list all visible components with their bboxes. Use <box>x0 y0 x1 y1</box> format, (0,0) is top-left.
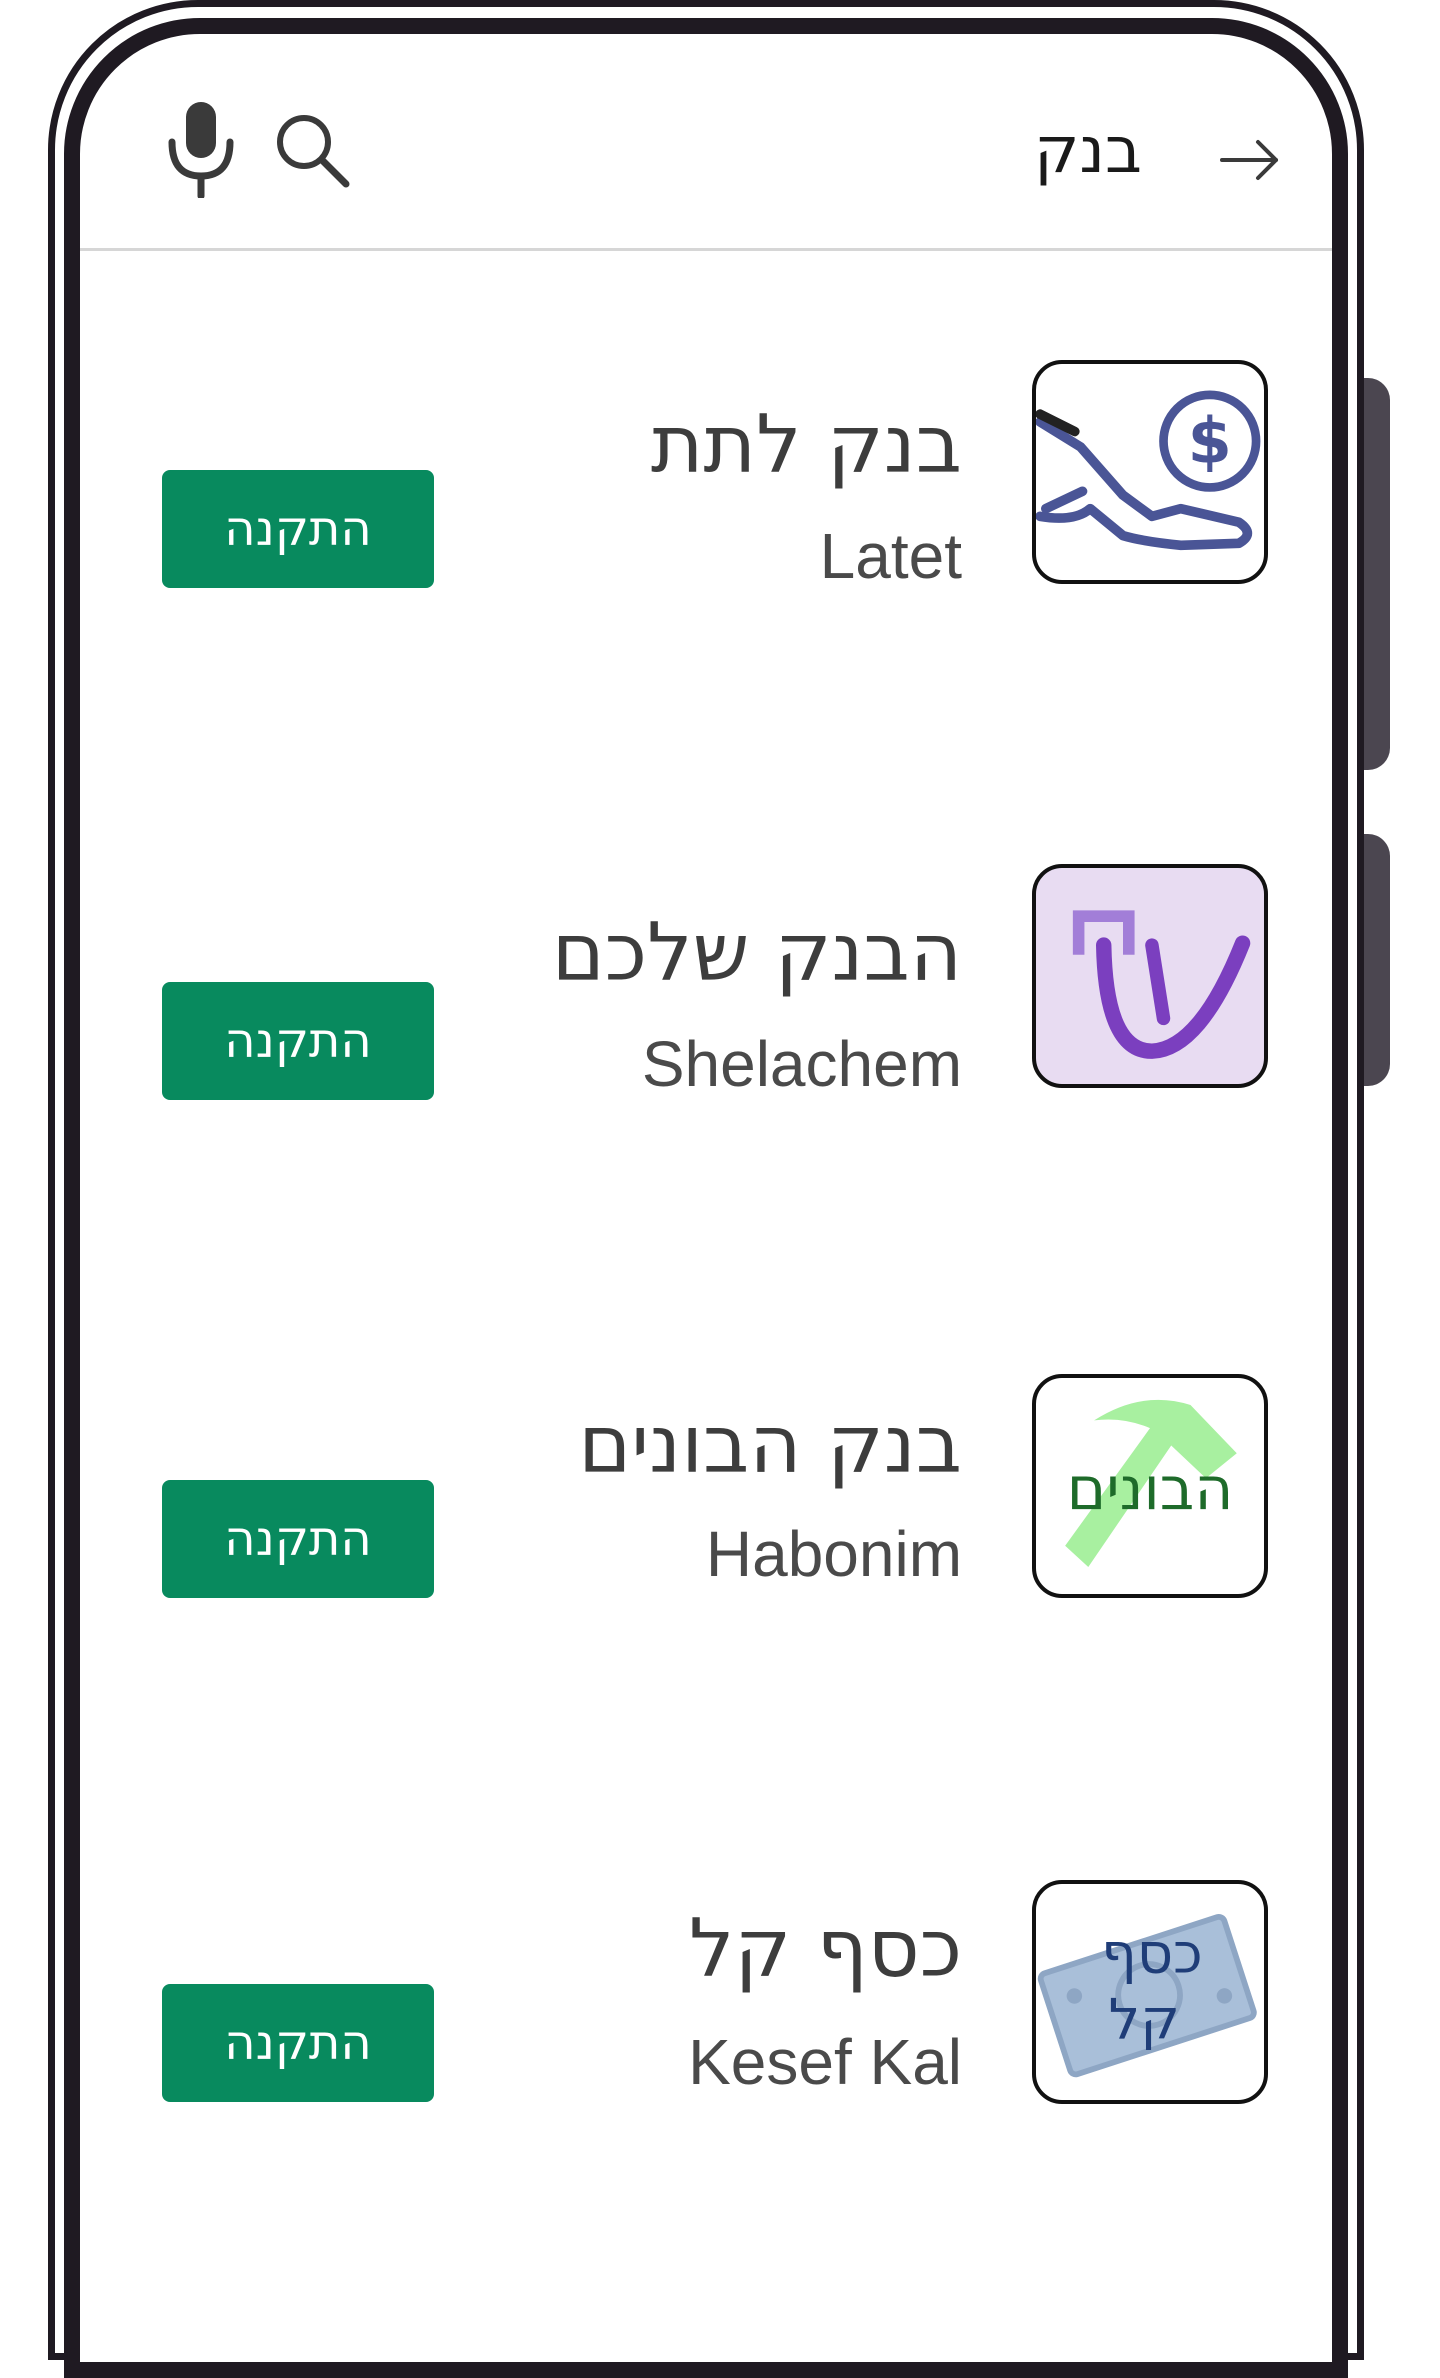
habonim-hammer-icon: הבונים <box>1032 1374 1268 1598</box>
list-item-kesef-kal[interactable]: כסף קל כסף קל Kesef Kal התקנה <box>80 1880 1332 2180</box>
app-title: בנק לתת <box>650 398 962 491</box>
app-subtitle: Shelachem <box>641 1028 962 1100</box>
list-item-habonim[interactable]: הבונים בנק הבונים Habonim התקנה <box>80 1374 1332 1674</box>
kesef-logo-text-1: כסף <box>1101 1922 1203 1987</box>
search-icon[interactable] <box>272 110 352 190</box>
search-bar: בנק <box>80 34 1332 251</box>
phone-screen: בנק $ בנק לתת Latet התקנה הבנק שלכם Shel… <box>64 18 1348 2378</box>
search-input[interactable]: בנק <box>1034 116 1142 186</box>
hand-coin-icon: $ <box>1032 360 1268 584</box>
kesef-logo-text-2: קל <box>1108 1987 1179 2052</box>
app-title: בנק הבונים <box>578 1398 962 1491</box>
mic-icon[interactable] <box>166 102 236 198</box>
app-subtitle: Latet <box>819 520 962 592</box>
install-button[interactable]: התקנה <box>162 982 434 1100</box>
arrow-right-icon[interactable] <box>1218 138 1282 182</box>
list-item-latet[interactable]: $ בנק לתת Latet התקנה <box>80 360 1332 660</box>
shin-logo-icon <box>1032 864 1268 1088</box>
list-item-shelachem[interactable]: הבנק שלכם Shelachem התקנה <box>80 864 1332 1164</box>
app-title: הבנק שלכם <box>551 906 962 999</box>
svg-text:$: $ <box>1188 404 1232 478</box>
app-title: כסף קל <box>688 1902 962 1995</box>
install-button[interactable]: התקנה <box>162 1480 434 1598</box>
habonim-logo-text: הבונים <box>1067 1455 1234 1524</box>
install-button[interactable]: התקנה <box>162 470 434 588</box>
app-subtitle: Habonim <box>705 1518 962 1590</box>
app-subtitle: Kesef Kal <box>688 2026 962 2098</box>
install-button[interactable]: התקנה <box>162 1984 434 2102</box>
banknote-icon: כסף קל <box>1032 1880 1268 2104</box>
